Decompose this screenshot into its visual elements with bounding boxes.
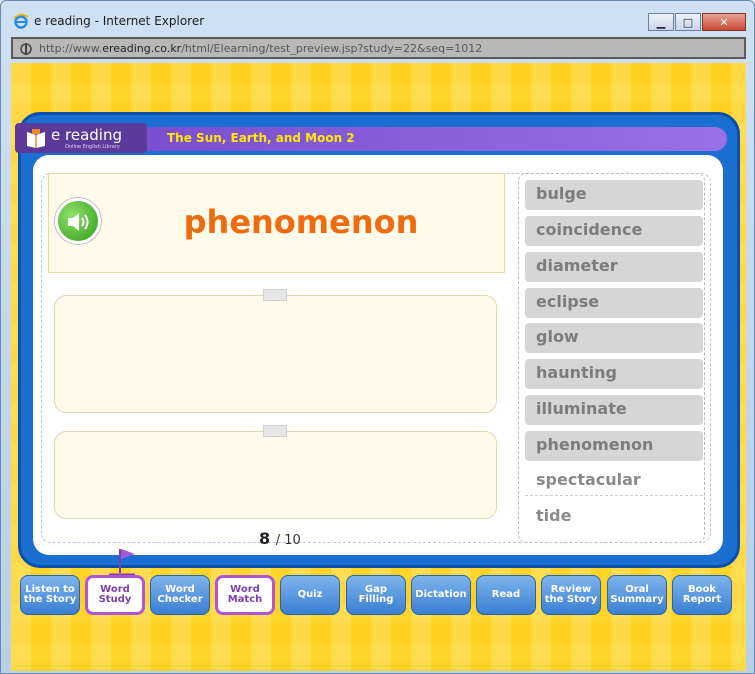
word-list-item[interactable]: spectacular [525,466,703,496]
nav-gap-filling[interactable]: Gap Filling [346,575,406,615]
word-list-item[interactable]: haunting [525,359,703,389]
window-controls: ▁ □ ✕ [648,13,746,31]
tape-decoration [263,289,287,301]
title-bar: e reading - Internet Explorer ▁ □ ✕ [1,1,754,33]
logo-subtitle: Online English Library [65,144,120,150]
close-button[interactable]: ✕ [702,13,746,31]
maximize-button[interactable]: □ [675,13,701,31]
activity-nav: Listen to the Story Word Study Word Checker… [18,573,740,617]
nav-review-the-story[interactable]: Review the Story [541,575,601,615]
nav-word-match[interactable]: Word Match [215,575,275,615]
current-index: 8 [259,529,271,548]
nav-quiz[interactable]: Quiz [280,575,340,615]
word-list-item[interactable]: tide [525,502,703,532]
word-counter: 8 / 10 [259,529,301,548]
nav-oral-summary[interactable]: Oral Summary [607,575,667,615]
word-list-item-current[interactable]: phenomenon [525,431,703,461]
nav-word-study[interactable]: Word Study [85,575,145,615]
word-list-item[interactable]: eclipse [525,288,703,318]
page-content: e reading Online English Library The Sun… [11,63,746,671]
lesson-title-bar: The Sun, Earth, and Moon 2 [147,127,727,151]
logo-text: e reading [51,126,122,144]
word-list-item[interactable]: bulge [525,180,703,210]
total-count: / 10 [275,533,301,548]
close-icon: ✕ [719,15,729,29]
board-header: e reading Online English Library The Sun… [15,123,727,153]
word-list-item[interactable]: diameter [525,252,703,282]
maximize-icon: □ [682,15,694,29]
play-sound-button[interactable] [55,198,101,244]
page-icon [20,43,32,55]
word-list: bulge coincidence diameter eclipse glow … [518,173,705,543]
book-icon [27,129,45,148]
nav-read[interactable]: Read [476,575,536,615]
ereading-logo: e reading Online English Library [15,123,147,153]
internet-explorer-icon [13,13,29,29]
definition-panel [54,295,497,413]
window-title: e reading - Internet Explorer [34,14,205,28]
word-list-item[interactable]: illuminate [525,395,703,425]
browser-window: e reading - Internet Explorer ▁ □ ✕ http… [0,0,755,674]
minimize-icon: ▁ [656,15,666,29]
word-list-item[interactable]: glow [525,323,703,353]
target-word: phenomenon [183,203,419,241]
minimize-button[interactable]: ▁ [648,13,674,31]
speaker-icon [68,213,89,231]
url-text: http://www.ereading.co.kr/html/Elearning… [39,42,483,55]
word-list-item[interactable]: coincidence [525,216,703,246]
nav-book-report[interactable]: Book Report [672,575,732,615]
address-bar[interactable]: http://www.ereading.co.kr/html/Elearning… [11,37,746,59]
lesson-title: The Sun, Earth, and Moon 2 [167,131,355,145]
nav-dictation[interactable]: Dictation [411,575,471,615]
nav-word-checker[interactable]: Word Checker [150,575,210,615]
example-panel [54,431,497,519]
tape-decoration [263,425,287,437]
nav-listen-to-the-story[interactable]: Listen to the Story [20,575,80,615]
